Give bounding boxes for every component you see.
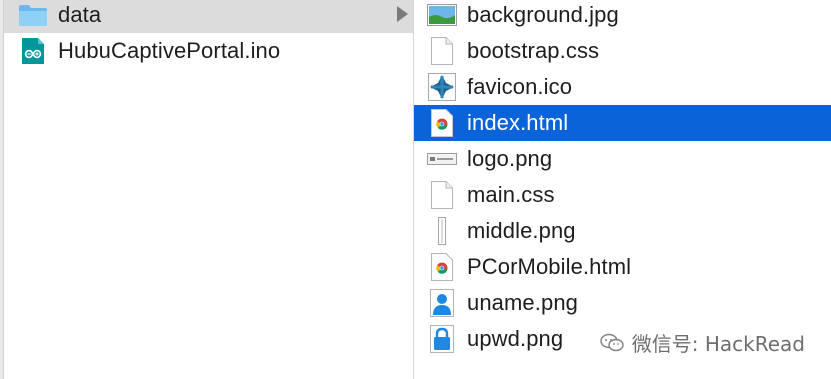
column-item-bootstrap-css[interactable]: bootstrap.css: [414, 33, 831, 69]
finder-column-root: data HubuCaptivePortal.ino: [4, 0, 413, 379]
thin-png-thumbnail-icon: [427, 216, 457, 246]
column-item-middle-png[interactable]: middle.png: [414, 213, 831, 249]
column-item-label: PCorMobile.html: [467, 254, 632, 279]
finder-column-data: background.jpg bootstrap.css favicon.ico: [414, 0, 831, 379]
chrome-html-file-icon: [427, 108, 457, 138]
column-item-label: index.html: [467, 110, 569, 135]
column-item-label: background.jpg: [467, 2, 619, 27]
user-png-icon: [427, 288, 457, 318]
column-item-pcormobile-html[interactable]: PCorMobile.html: [414, 249, 831, 285]
column-item-label: favicon.ico: [467, 74, 573, 99]
lock-png-icon: [427, 324, 457, 354]
column-item-uname-png[interactable]: uname.png: [414, 285, 831, 321]
png-thumbnail-icon: [427, 144, 457, 174]
column-item-data-folder[interactable]: data: [4, 0, 413, 33]
column-item-label: logo.png: [467, 146, 553, 171]
column-item-favicon-ico[interactable]: favicon.ico: [414, 69, 831, 105]
folder-icon: [18, 0, 48, 30]
column-item-label: HubuCaptivePortal.ino: [58, 38, 281, 63]
column-item-label: bootstrap.css: [467, 38, 600, 63]
column-item-logo-png[interactable]: logo.png: [414, 141, 831, 177]
blank-document-icon: [427, 180, 457, 210]
column-item-label: middle.png: [467, 218, 576, 243]
blank-document-icon: [427, 36, 457, 66]
arduino-file-icon: [18, 36, 48, 66]
column-item-index-html[interactable]: index.html: [414, 105, 831, 141]
image-file-icon: [427, 0, 457, 30]
column-item-label: data: [58, 2, 102, 27]
wechat-watermark: 微信号: HackRead: [600, 328, 805, 357]
column-item-ino-file[interactable]: HubuCaptivePortal.ino: [4, 33, 413, 69]
column-item-label: uname.png: [467, 290, 578, 315]
column-item-label: upwd.png: [467, 326, 564, 351]
column-item-background-jpg[interactable]: background.jpg: [414, 0, 831, 33]
chevron-right-icon: [397, 6, 408, 22]
wechat-icon: [600, 333, 624, 353]
column-item-label: main.css: [467, 182, 555, 207]
chrome-html-file-icon: [427, 252, 457, 282]
ico-file-icon: [427, 72, 457, 102]
column-item-main-css[interactable]: main.css: [414, 177, 831, 213]
watermark-text: 微信号: HackRead: [631, 332, 805, 356]
